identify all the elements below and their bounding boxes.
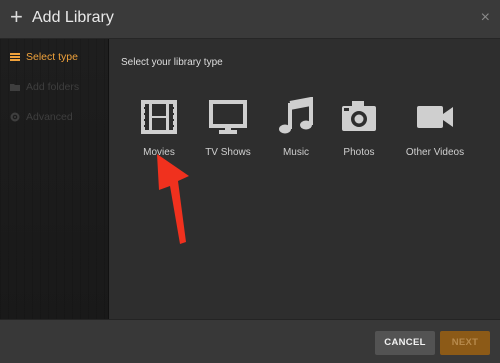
dialog-title: Add Library (32, 9, 114, 26)
library-type-music[interactable]: Music (275, 96, 317, 158)
library-type-photos[interactable]: Photos (338, 97, 380, 158)
library-type-label: Other Videos (405, 147, 465, 158)
folder-icon (10, 84, 20, 91)
video-camera-icon (417, 106, 453, 128)
next-button[interactable]: NEXT (440, 331, 490, 355)
music-note-icon (279, 96, 313, 134)
library-type-label: TV Shows (205, 147, 251, 158)
tv-icon (209, 100, 247, 134)
dialog-header: + Add Library × (0, 0, 500, 39)
library-type-label: Photos (343, 147, 375, 158)
gear-icon (10, 112, 20, 122)
stack-icon (10, 53, 20, 61)
plus-icon: + (10, 4, 23, 29)
select-type-prompt: Select your library type (121, 57, 223, 68)
dialog-footer: CANCEL NEXT (0, 319, 500, 363)
sidebar-item-label: Select type (26, 51, 78, 63)
library-type-movies[interactable]: Movies (136, 97, 182, 158)
annotation-arrow (157, 154, 189, 244)
cancel-button[interactable]: CANCEL (375, 331, 435, 355)
library-type-tv-shows[interactable]: TV Shows (203, 97, 253, 158)
sidebar-item-label: Advanced (26, 111, 73, 123)
close-button[interactable]: × (481, 9, 490, 27)
film-icon (141, 100, 177, 134)
add-library-dialog: + Add Library × Select type Add folders … (0, 0, 500, 363)
sidebar-item-label: Add folders (26, 81, 80, 93)
library-type-label: Music (282, 147, 310, 158)
camera-icon (342, 101, 376, 131)
sidebar: Select type Add folders Advanced (0, 39, 109, 319)
library-type-other-videos[interactable]: Other Videos (403, 97, 467, 158)
